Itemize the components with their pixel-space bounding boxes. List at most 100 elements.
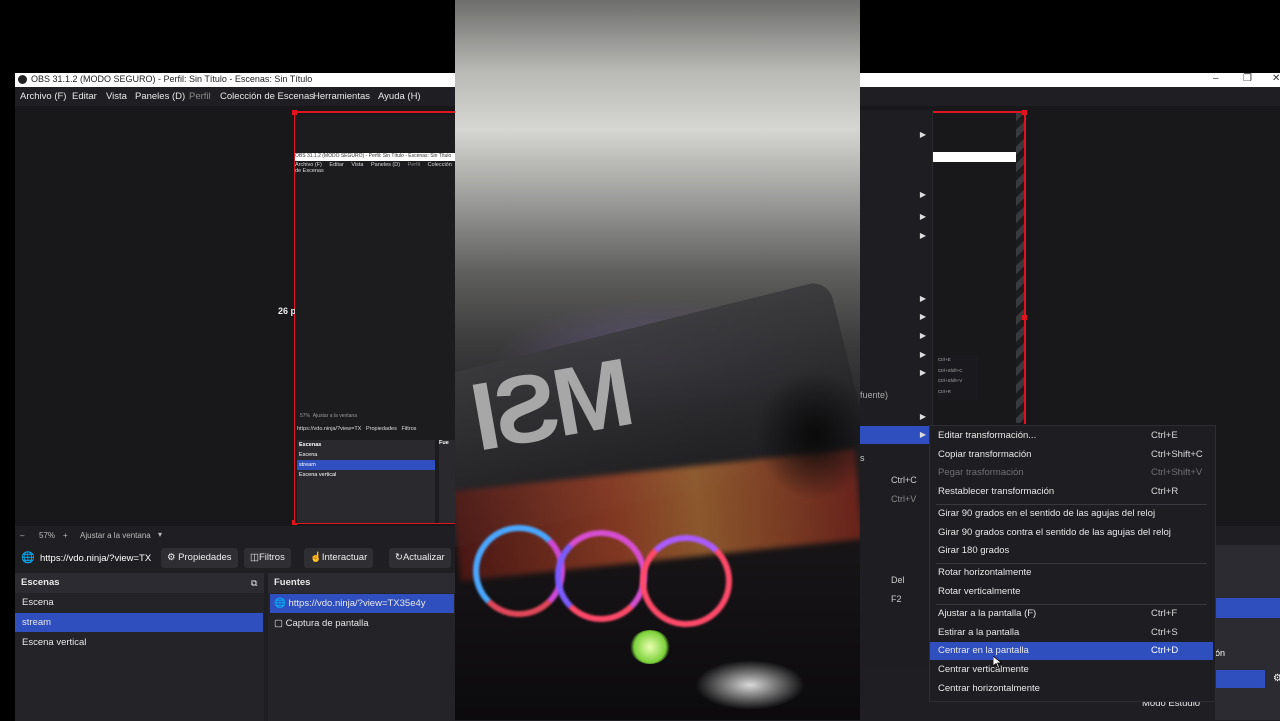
controls-dock: ón ⚙ [1215, 545, 1280, 720]
close-button[interactable]: ✕ [1272, 73, 1280, 84]
fit-dropdown[interactable]: Ajustar a la ventana [80, 531, 151, 540]
bounding-box-top-right [932, 111, 1027, 113]
monitor-icon: ▢ [274, 618, 283, 629]
zoom-minus[interactable]: – [20, 531, 24, 540]
menu-tools[interactable]: Herramientas [313, 91, 370, 102]
maximize-button[interactable]: ❐ [1243, 73, 1252, 84]
menu-item-flip-horizontal[interactable]: Rotar horizontalmente [930, 564, 1213, 582]
scene-item[interactable]: stream [15, 613, 263, 632]
menu-item-rotate-ccw[interactable]: Girar 90 grados contra el sentido de las… [930, 524, 1213, 542]
globe-icon: 🌐 [21, 552, 35, 564]
nested-titlebar-fragment [932, 152, 1016, 162]
source-name: https://vdo.ninja/?view=TX [40, 553, 152, 564]
filters-button[interactable]: ◫Filtros [244, 548, 291, 568]
obs-logo-icon [18, 75, 27, 84]
sources-header: Fuentes [268, 573, 455, 593]
nested-scene: Escena vertical [299, 472, 337, 478]
nested-title: OBS 31.1.2 (MODO SEGURO) - Perfil: Sin T… [295, 153, 455, 161]
source-label: Captura de pantalla [285, 618, 369, 629]
nested-shortcuts: Ctrl+E Ctrl+Shift+C Ctrl+Shift+V Ctrl+R [938, 355, 978, 400]
menu-item-label: Rotar horizontalmente [938, 567, 1032, 578]
menu-item-shortcut: Ctrl+S [1151, 627, 1178, 638]
menu-item-flip-vertical[interactable]: Rotar verticalmente [930, 583, 1213, 601]
menu-item-fit-to-screen[interactable]: Ajustar a la pantalla (F) Ctrl+F [930, 605, 1213, 623]
menu-item-label: Ajustar a la pantalla (F) [938, 608, 1037, 619]
nested-obs-capture: OBS 31.1.2 (MODO SEGURO) - Perfil: Sin T… [295, 115, 455, 523]
fan-ring [640, 535, 732, 627]
zoom-plus[interactable]: + [63, 531, 68, 540]
menu-item-edit-transform[interactable]: Editar transformación... Ctrl+E [930, 427, 1213, 445]
menu-item-stretch-to-screen[interactable]: Estirar a la pantalla Ctrl+S [930, 624, 1213, 642]
fan-ring [555, 530, 647, 622]
menu-item-label: Rotar verticalmente [938, 586, 1021, 597]
menu-item-rotate-180[interactable]: Girar 180 grados [930, 542, 1213, 560]
resize-handle[interactable] [1022, 315, 1027, 320]
menu-item-copy-transform[interactable]: Copiar transformación Ctrl+Shift+C [930, 446, 1213, 464]
window-title: OBS 31.1.2 (MODO SEGURO) - Perfil: Sin T… [31, 74, 313, 84]
nested-scene: stream [297, 460, 435, 470]
mouse-cursor-icon [993, 656, 1002, 669]
zoom-percent: 57% [39, 531, 56, 540]
menu-item-center-to-screen[interactable]: Centrar en la pantalla Ctrl+D [930, 642, 1213, 660]
nested-source: https://vdo.ninja/?view=TX [297, 426, 362, 432]
start-streaming-button[interactable] [1215, 598, 1280, 618]
scenes-header: Escenas ⧉ [15, 573, 264, 593]
menu-file[interactable]: Archivo (F) [20, 91, 66, 102]
refresh-label: Actualizar [402, 552, 445, 563]
menu-item-paste-transform[interactable]: Pegar trasformación Ctrl+Shift+V [930, 464, 1213, 482]
resize-handle[interactable] [1022, 110, 1027, 115]
interact-button[interactable]: ☝Interactuar [304, 548, 374, 568]
gear-icon[interactable]: ⚙ [1273, 673, 1280, 684]
menu-item-rotate-cw[interactable]: Girar 90 grados en el sentido de las agu… [930, 505, 1213, 523]
menu-view[interactable]: Vista [106, 91, 127, 102]
controls-button[interactable] [1215, 670, 1265, 688]
interact-label: Interactuar [321, 552, 368, 563]
menu-help[interactable]: Ayuda (H) [378, 91, 421, 102]
refresh-button[interactable]: ↻Actualizar [389, 548, 451, 568]
scene-item[interactable]: Escena vertical [15, 633, 263, 652]
menu-item-center-vertically[interactable]: Centrar verticalmente [930, 661, 1213, 679]
menu-item-reset-transform[interactable]: Restablecer transformación Ctrl+R [930, 483, 1213, 501]
nested-scenes-header: Escenas [299, 442, 322, 448]
shortcut-delete: Del [891, 575, 905, 585]
menu-docks[interactable]: Paneles (D) [135, 91, 185, 102]
menu-item-center-horizontally[interactable]: Centrar horizontalmente [930, 680, 1213, 698]
undock-icon[interactable]: ⧉ [251, 573, 257, 593]
nested-toolbar: https://vdo.ninja/?view=TX Propiedades F… [297, 426, 452, 437]
bounding-box-top [294, 111, 455, 113]
menu-edit[interactable]: Editar [72, 91, 97, 102]
nested-scenes: Escenas Escena stream Escena vertical [297, 440, 435, 523]
hatched-edge [1016, 113, 1024, 423]
gear-icon: ⚙ [167, 552, 176, 563]
properties-button[interactable]: ⚙ Propiedades [161, 548, 238, 568]
scene-item[interactable]: Escena [15, 593, 263, 612]
submenu-arrow-icon: ▶ [919, 412, 926, 421]
submenu-arrow-icon: ▶ [919, 368, 926, 377]
shortcut-paste: Ctrl+V [891, 494, 917, 504]
minimize-button[interactable]: – [1213, 73, 1219, 84]
nested-scene: Escena [299, 452, 318, 458]
nested-menu-item: Editar [329, 162, 344, 168]
menu-item-shortcut: Ctrl+R [1151, 486, 1179, 497]
menu-scene-collection[interactable]: Colección de Escenas [220, 91, 314, 102]
menu-item-label: Girar 90 grados contra el sentido de las… [938, 527, 1171, 538]
menu-item-label: Girar 90 grados en el sentido de las agu… [938, 508, 1156, 519]
menu-item-transform[interactable]: ▶ [860, 426, 932, 444]
ghost-shortcut: Ctrl+R [938, 388, 951, 394]
chevron-down-icon[interactable]: ▾ [158, 530, 162, 539]
menu-item-partial[interactable]: fuente) [860, 390, 888, 400]
filter-icon: ◫ [250, 552, 259, 563]
source-label: https://vdo.ninja/?view=TX35e4y [288, 598, 426, 609]
menu-item-shortcut: Ctrl+D [1151, 645, 1179, 656]
submenu-arrow-icon: ▶ [919, 130, 926, 139]
source-item[interactable]: ▢ Captura de pantalla [270, 614, 454, 633]
menu-item-partial[interactable]: s [860, 453, 865, 463]
menu-item-label: Centrar en la pantalla [938, 645, 1029, 656]
shortcut-rename: F2 [891, 594, 902, 604]
context-menu: ▶ ▶ ▶ ▶ ▶ ▶ ▶ ▶ ▶ fuente) ▶ ▶ s Ctrl+C C… [860, 110, 933, 670]
source-item[interactable]: 🌐 https://vdo.ninja/?view=TX35e4y [270, 594, 454, 613]
nested-sources: Fue [439, 440, 455, 523]
menu-profile[interactable]: Perfil [189, 91, 211, 102]
shortcut-copy: Ctrl+C [891, 475, 917, 485]
sources-list: 🌐 https://vdo.ninja/?view=TX35e4y ▢ Capt… [268, 593, 455, 721]
